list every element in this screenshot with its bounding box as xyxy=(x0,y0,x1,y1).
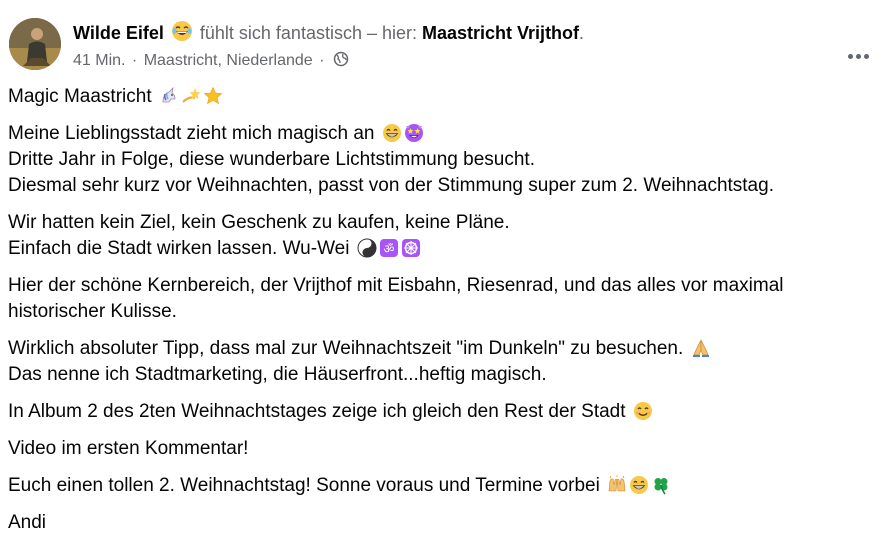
smiling-face-icon xyxy=(633,401,653,421)
text-line: Hier der schöne Kernbereich, der Vrijtho… xyxy=(8,275,784,296)
text-line: Andi xyxy=(8,512,47,533)
text-line: Dritte Jahr in Folge, diese wunderbare L… xyxy=(8,149,535,170)
text-line: Magic Maastricht xyxy=(8,86,152,107)
text-line: Wir hatten kein Ziel, kein Geschenk zu k… xyxy=(8,212,510,233)
post-title-line: Wilde Eifel fühlt sich fantastisch – hie… xyxy=(73,20,584,48)
place-link[interactable]: Maastricht Vrijthof xyxy=(422,23,579,43)
text-line: Diesmal sehr kurz vor Weihnachten, passt… xyxy=(8,175,774,196)
post-location[interactable]: Maastricht, Niederlande xyxy=(144,52,313,69)
line-wrap: Wirklich absoluter Tipp, dass mal zur We… xyxy=(8,336,876,362)
more-dot xyxy=(863,53,869,59)
four-leaf-clover-icon xyxy=(651,475,671,495)
meta-separator-2: · xyxy=(319,52,325,69)
paragraph-7: Video im ersten Kommentar! xyxy=(8,436,876,462)
grinning-face-icon xyxy=(629,475,649,495)
line-wrap: Einfach die Stadt wirken lassen. Wu-Wei … xyxy=(8,236,876,262)
text-line: historischer Kulisse. xyxy=(8,301,177,322)
om-icon: ॐ xyxy=(379,238,399,258)
more-options-button[interactable] xyxy=(842,40,874,72)
paragraph-2: Meine Lieblingsstadt zieht mich magisch … xyxy=(8,121,876,199)
paragraph-9: Andi xyxy=(8,510,876,536)
author-name[interactable]: Wilde Eifel xyxy=(73,23,164,43)
paragraph-4: Hier der schöne Kernbereich, der Vrijtho… xyxy=(8,273,876,325)
text-line: Das nenne ich Stadtmarketing, die Häuser… xyxy=(8,364,547,385)
svg-text:ॐ: ॐ xyxy=(383,242,394,256)
post-body: Magic Maastricht Meine Lieblingsstadt zi… xyxy=(8,84,876,547)
facebook-post: Wilde Eifel fühlt sich fantastisch – hie… xyxy=(0,0,888,547)
post-header: Wilde Eifel fühlt sich fantastisch – hie… xyxy=(8,16,888,72)
text-line: Video im ersten Kommentar! xyxy=(8,438,249,459)
meta-separator: · xyxy=(131,52,138,69)
more-dot xyxy=(847,53,853,59)
wheel-of-dharma-icon xyxy=(401,238,421,258)
feeling-text: fühlt sich fantastisch – hier: xyxy=(199,23,417,43)
text-line: Euch einen tollen 2. Weihnachtstag! Sonn… xyxy=(8,475,600,496)
star-struck-face-icon xyxy=(404,123,424,143)
unicorn-icon xyxy=(159,86,179,106)
laughing-face-icon xyxy=(171,20,193,48)
more-dot xyxy=(855,53,861,59)
post-time[interactable]: 41 Min. xyxy=(73,52,125,69)
line-wrap: Meine Lieblingsstadt zieht mich magisch … xyxy=(8,121,876,147)
text-line: Einfach die Stadt wirken lassen. Wu-Wei xyxy=(8,238,350,259)
globe-icon[interactable] xyxy=(333,51,349,74)
text-line: Meine Lieblingsstadt zieht mich magisch … xyxy=(8,123,375,144)
yin-yang-icon xyxy=(357,238,377,258)
dizzy-star-icon xyxy=(181,86,201,106)
text-line: Wirklich absoluter Tipp, dass mal zur We… xyxy=(8,338,684,359)
post-header-text: Wilde Eifel fühlt sich fantastisch – hie… xyxy=(73,20,584,74)
raising-hands-icon xyxy=(607,475,627,495)
post-meta: 41 Min. · Maastricht, Niederlande · xyxy=(73,50,584,74)
paragraph-1: Magic Maastricht xyxy=(8,84,876,110)
avatar[interactable] xyxy=(9,18,61,70)
star-icon xyxy=(203,86,223,106)
paragraph-3: Wir hatten kein Ziel, kein Geschenk zu k… xyxy=(8,210,876,262)
paragraph-6: In Album 2 des 2ten Weihnachtstages zeig… xyxy=(8,399,876,425)
paragraph-8: Euch einen tollen 2. Weihnachtstag! Sonn… xyxy=(8,473,876,499)
text-line: In Album 2 des 2ten Weihnachtstages zeig… xyxy=(8,401,626,422)
place-suffix: . xyxy=(579,23,585,43)
grinning-face-icon xyxy=(382,123,402,143)
paragraph-5: Wirklich absoluter Tipp, dass mal zur We… xyxy=(8,336,876,388)
folded-hands-icon xyxy=(691,338,711,358)
